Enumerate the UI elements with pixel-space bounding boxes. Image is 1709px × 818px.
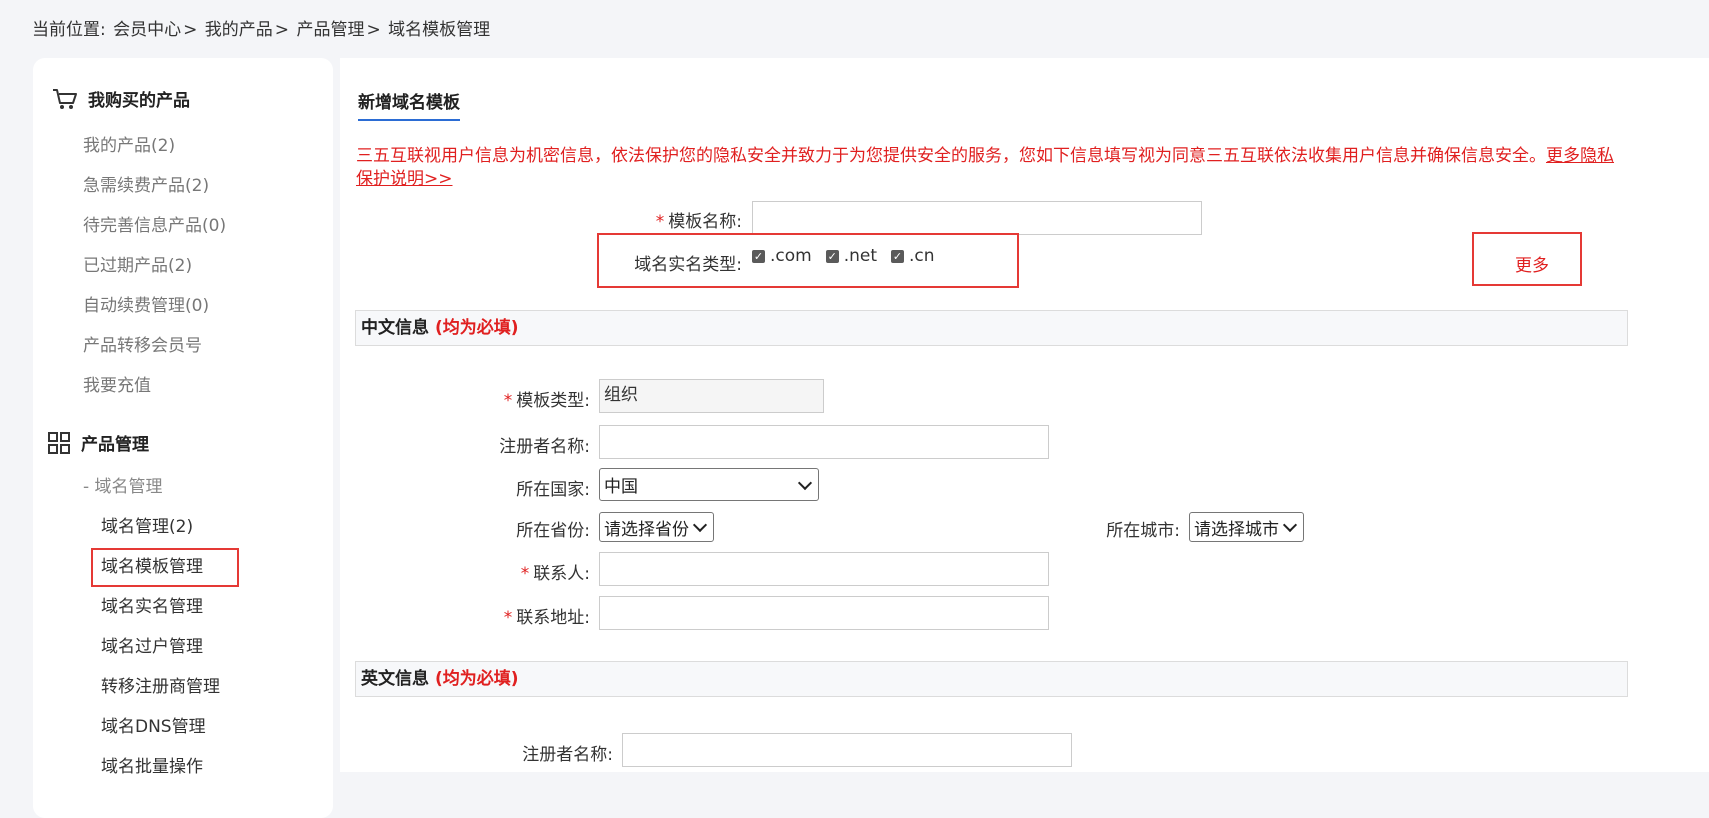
tab-new-template[interactable]: 新增域名模板 bbox=[358, 88, 460, 121]
city-label: 所在城市: bbox=[1106, 521, 1180, 541]
sidebar-item-domain-batch[interactable]: 域名批量操作 bbox=[101, 752, 203, 777]
template-name-input[interactable] bbox=[752, 201, 1202, 235]
realname-type-label: 域名实名类型: bbox=[634, 255, 742, 275]
sidebar-item-renew-urgent[interactable]: 急需续费产品(2) bbox=[83, 171, 209, 196]
checkbox-cn[interactable]: ✓ .cn bbox=[891, 246, 935, 266]
breadcrumb-separator: > bbox=[366, 20, 381, 40]
breadcrumb-item-product-management[interactable]: 产品管理 bbox=[296, 20, 364, 40]
chevron-down-icon bbox=[692, 517, 708, 533]
section-title: 中文信息 bbox=[361, 318, 429, 338]
country-select[interactable]: 中国 bbox=[599, 468, 819, 501]
section-title: 英文信息 bbox=[361, 669, 429, 689]
checkbox-net[interactable]: ✓ .net bbox=[825, 246, 877, 266]
province-select[interactable]: 请选择省份 bbox=[599, 512, 714, 542]
city-select[interactable]: 请选择城市 bbox=[1189, 512, 1304, 542]
sidebar-item-auto-renew[interactable]: 自动续费管理(0) bbox=[83, 291, 209, 316]
sidebar-section-title: 产品管理 bbox=[81, 435, 149, 455]
template-name-label: * 模板名称: bbox=[655, 212, 742, 232]
registrant-label: 注册者名称: bbox=[499, 437, 590, 457]
template-type-field: 组织 bbox=[599, 379, 824, 413]
sidebar-item-incomplete[interactable]: 待完善信息产品(0) bbox=[83, 211, 226, 236]
chevron-down-icon bbox=[1282, 517, 1298, 533]
realname-type-options: ✓ .com ✓ .net ✓ .cn bbox=[752, 246, 949, 266]
country-label: 所在国家: bbox=[516, 480, 590, 500]
highlight-box-active-menu bbox=[91, 548, 239, 587]
section-en-info: 英文信息 (均为必填) bbox=[355, 661, 1628, 697]
contact-label: * 联系人: bbox=[520, 564, 590, 584]
checkbox-checked-icon: ✓ bbox=[891, 249, 905, 263]
privacy-notice-text: 三五互联视用户信息为机密信息，依法保护您的隐私安全并致力于为您提供安全的服务，您… bbox=[356, 146, 1546, 166]
address-input[interactable] bbox=[599, 596, 1049, 630]
breadcrumb-separator: > bbox=[274, 20, 290, 40]
chevron-down-icon bbox=[797, 475, 813, 490]
checkbox-com[interactable]: ✓ .com bbox=[752, 246, 812, 266]
checkbox-checked-icon: ✓ bbox=[752, 249, 765, 263]
province-label: 所在省份: bbox=[516, 521, 590, 541]
sidebar: 我购买的产品 我的产品(2) 急需续费产品(2) 待完善信息产品(0) 已过期产… bbox=[33, 58, 333, 818]
sidebar-group-domain[interactable]: - 域名管理 bbox=[83, 472, 163, 497]
address-label: * 联系地址: bbox=[503, 608, 590, 628]
sidebar-section-purchased: 我购买的产品 bbox=[52, 86, 190, 111]
sidebar-item-my-products[interactable]: 我的产品(2) bbox=[83, 131, 175, 156]
sidebar-section-product-management: 产品管理 bbox=[47, 430, 149, 455]
breadcrumb: 当前位置: 会员中心 > 我的产品 > 产品管理 > 域名模板管理 bbox=[32, 15, 492, 40]
breadcrumb-prefix: 当前位置: bbox=[32, 20, 106, 40]
breadcrumb-item-my-products[interactable]: 我的产品 bbox=[205, 20, 273, 40]
breadcrumb-item-member-center[interactable]: 会员中心 bbox=[113, 20, 181, 40]
checkbox-checked-icon: ✓ bbox=[825, 249, 839, 263]
template-type-label: * 模板类型: bbox=[503, 391, 590, 411]
section-required-note: (均为必填) bbox=[435, 318, 519, 338]
en-registrant-label: 注册者名称: bbox=[522, 745, 613, 765]
contact-input[interactable] bbox=[599, 552, 1049, 586]
sidebar-item-domain-realname[interactable]: 域名实名管理 bbox=[101, 592, 203, 617]
section-cn-info: 中文信息 (均为必填) bbox=[355, 310, 1628, 346]
grid-icon bbox=[48, 431, 70, 454]
registrant-input[interactable] bbox=[599, 425, 1049, 459]
sidebar-item-domain-management[interactable]: 域名管理(2) bbox=[101, 512, 193, 537]
en-registrant-input[interactable] bbox=[622, 733, 1072, 767]
sidebar-item-expired[interactable]: 已过期产品(2) bbox=[83, 251, 192, 276]
cart-icon bbox=[53, 88, 77, 109]
privacy-notice: 三五互联视用户信息为机密信息，依法保护您的隐私安全并致力于为您提供安全的服务，您… bbox=[356, 145, 1626, 191]
sidebar-item-domain-dns[interactable]: 域名DNS管理 bbox=[101, 712, 206, 737]
more-link[interactable]: 更多 bbox=[1515, 251, 1549, 276]
sidebar-item-domain-transfer-owner[interactable]: 域名过户管理 bbox=[101, 632, 203, 657]
sidebar-item-transfer-account[interactable]: 产品转移会员号 bbox=[83, 331, 202, 356]
breadcrumb-separator: > bbox=[183, 20, 198, 40]
sidebar-item-recharge[interactable]: 我要充值 bbox=[83, 371, 151, 396]
sidebar-item-registrar-transfer[interactable]: 转移注册商管理 bbox=[101, 672, 220, 697]
breadcrumb-item-current: 域名模板管理 bbox=[388, 20, 491, 40]
sidebar-section-title: 我购买的产品 bbox=[88, 91, 190, 111]
section-required-note: (均为必填) bbox=[435, 669, 519, 689]
